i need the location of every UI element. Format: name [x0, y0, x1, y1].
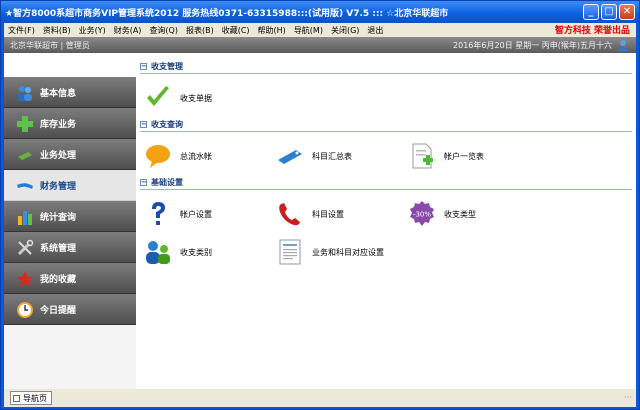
divider — [140, 189, 632, 190]
menu-report[interactable]: 报表(B) — [182, 25, 218, 36]
menu-data[interactable]: 资料(B) — [39, 25, 75, 36]
section-title: 收支查询 — [151, 120, 183, 129]
sidebar-item-finance[interactable]: 财务管理 — [4, 170, 136, 201]
item-label: 科目设置 — [312, 209, 344, 219]
phone-icon — [279, 203, 300, 226]
menu-exit[interactable]: 退出 — [363, 25, 387, 36]
sidebar: 基本信息 库存业务 业务处理 财务管理 统计查询 系统管理 我的收藏 今日提醒 — [4, 77, 136, 389]
finance-icon — [17, 183, 33, 189]
menu-business[interactable]: 业务(Y) — [75, 25, 110, 36]
item-label: 科目汇总表 — [312, 151, 352, 161]
menu-bar: 文件(F) 资料(B) 业务(Y) 财务(A) 查询(Q) 报表(B) 收藏(C… — [4, 23, 636, 37]
tools-icon — [17, 239, 34, 256]
section-title: 基础设置 — [151, 178, 183, 187]
close-button[interactable]: ✕ — [619, 4, 635, 20]
section-header-basic-settings: − 基础设置 — [140, 177, 183, 188]
item-subject-settings[interactable]: 科目设置 — [276, 199, 344, 229]
title-bar: ★智方8000系超市商务VIP管理系统2012 服务热线0371-6331598… — [1, 1, 639, 23]
user-avatar-icon — [617, 40, 629, 51]
discount-badge-icon: -30% — [410, 201, 434, 226]
menu-navigate[interactable]: 导航(M) — [290, 25, 327, 36]
collapse-icon[interactable]: − — [140, 63, 147, 70]
item-income-expense-category[interactable]: 收支类别 — [144, 237, 212, 267]
svg-text:-30%: -30% — [413, 211, 431, 219]
item-account-settings[interactable]: 帐户设置 — [144, 199, 212, 229]
document-add-icon — [412, 143, 433, 169]
users-icon — [18, 86, 32, 101]
window-title: ★智方8000系超市商务VIP管理系统2012 服务热线0371-6331598… — [5, 8, 449, 19]
collapse-icon[interactable]: − — [140, 121, 147, 128]
sidebar-item-reminders[interactable]: 今日提醒 — [4, 294, 136, 325]
card-icon — [18, 152, 32, 161]
sidebar-item-inventory[interactable]: 库存业务 — [4, 108, 136, 139]
item-label: 总流水帐 — [180, 151, 212, 161]
item-label: 收支类型 — [444, 209, 476, 219]
info-bar: 北京华联超市 | 管理员 2016年6月20日 星期一 丙申(猴年)五月十六 — [4, 37, 636, 53]
sidebar-item-label: 财务管理 — [40, 181, 77, 192]
sidebar-item-label: 统计查询 — [40, 212, 77, 223]
page-icon — [13, 395, 20, 402]
item-account-list[interactable]: 帐户一览表 — [408, 141, 484, 171]
sidebar-item-system[interactable]: 系统管理 — [4, 232, 136, 263]
sidebar-item-basic-info[interactable]: 基本信息 — [4, 77, 136, 108]
section-title: 收支管理 — [151, 62, 183, 71]
menu-finance[interactable]: 财务(A) — [110, 25, 146, 36]
status-bar: 导航页 ··· — [4, 389, 636, 407]
collapse-icon[interactable]: − — [140, 179, 147, 186]
menu-favorites[interactable]: 收藏(C) — [218, 25, 254, 36]
tag-icon — [278, 150, 302, 164]
star-icon — [17, 271, 33, 287]
speech-bubble-icon — [146, 145, 170, 168]
sidebar-item-label: 基本信息 — [40, 88, 77, 99]
divider — [140, 73, 632, 74]
menu-help[interactable]: 帮助(H) — [254, 25, 290, 36]
question-icon — [152, 202, 165, 225]
sidebar-item-label: 业务处理 — [40, 150, 77, 161]
sidebar-item-label: 我的收藏 — [40, 274, 77, 285]
tab-label: 导航页 — [23, 393, 47, 403]
app-window: ★智方8000系超市商务VIP管理系统2012 服务热线0371-6331598… — [0, 0, 640, 410]
form-icon — [279, 239, 301, 265]
item-business-subject-mapping[interactable]: 业务和科目对应设置 — [276, 237, 384, 267]
menu-query[interactable]: 查询(Q) — [145, 25, 182, 36]
sidebar-item-statistics[interactable]: 统计查询 — [4, 201, 136, 232]
content-area: 基本信息 库存业务 业务处理 财务管理 统计查询 系统管理 我的收藏 今日提醒 … — [4, 53, 636, 389]
plus-icon — [17, 116, 33, 132]
sidebar-item-label: 系统管理 — [40, 243, 77, 254]
chart-icon — [18, 211, 32, 225]
item-income-expense-type[interactable]: -30% 收支类型 — [408, 199, 476, 229]
sidebar-item-favorites[interactable]: 我的收藏 — [4, 263, 136, 294]
brand-label: 智方科技 荣誉出品 — [554, 26, 630, 36]
item-income-expense-voucher[interactable]: 收支单据 — [144, 83, 212, 113]
main-panel: − 收支管理 收支单据 − 收支查询 总流水帐 科目汇总表 帐户一览表 − 基础… — [136, 53, 636, 389]
date-label: 2016年6月20日 星期一 丙申(猴年)五月十六 — [453, 40, 612, 50]
item-general-ledger[interactable]: 总流水帐 — [144, 141, 212, 171]
item-subject-summary[interactable]: 科目汇总表 — [276, 141, 352, 171]
item-label: 业务和科目对应设置 — [312, 247, 384, 257]
minimize-button[interactable]: _ — [583, 4, 599, 20]
restore-button[interactable]: □ — [601, 4, 617, 20]
clock-icon — [17, 302, 33, 318]
section-header-query: − 收支查询 — [140, 119, 183, 130]
divider — [140, 131, 632, 132]
item-label: 帐户一览表 — [444, 151, 484, 161]
item-label: 帐户设置 — [180, 209, 212, 219]
item-label: 收支类别 — [180, 247, 212, 257]
section-header-income-expense: − 收支管理 — [140, 61, 183, 72]
check-icon — [147, 86, 169, 106]
resize-grip[interactable]: ··· — [624, 393, 632, 402]
group-icon — [146, 241, 170, 264]
sidebar-item-label: 今日提醒 — [40, 305, 77, 316]
store-user-label: 北京华联超市 | 管理员 — [10, 40, 90, 50]
menu-file[interactable]: 文件(F) — [4, 25, 39, 36]
item-label: 收支单据 — [180, 93, 212, 103]
sidebar-item-label: 库存业务 — [40, 119, 77, 130]
sidebar-item-business[interactable]: 业务处理 — [4, 139, 136, 170]
tab-navigation-page[interactable]: 导航页 — [10, 391, 52, 405]
menu-close[interactable]: 关闭(G) — [327, 25, 363, 36]
